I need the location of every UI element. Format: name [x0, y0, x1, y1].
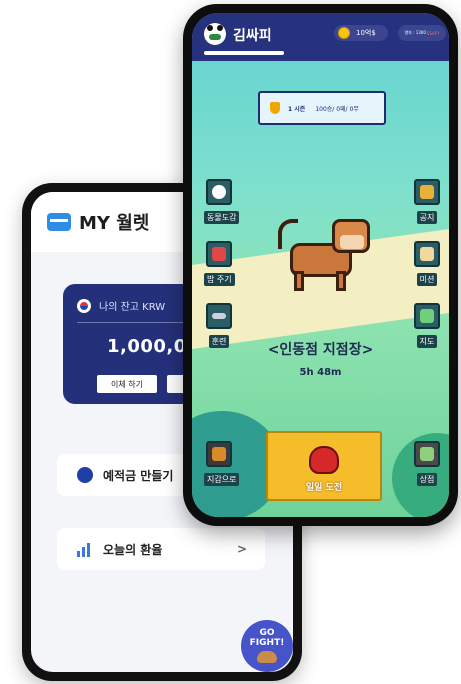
go-fight-button[interactable]: GO FIGHT! [241, 620, 293, 672]
coin-balance: 10억$ [334, 25, 388, 41]
xp-bar [204, 51, 284, 55]
gym-name: <인동점 지점장> [267, 342, 374, 358]
go-fight-line-2: FIGHT! [249, 638, 285, 648]
rank-banner[interactable]: 1 시즌 100승/ 0패/ 0무 [258, 91, 386, 125]
to-wallet-button[interactable]: 지갑으로 [204, 441, 240, 486]
shop-label: 상점 [416, 473, 438, 486]
daily-challenge-button[interactable]: 일일 도전 [266, 431, 382, 501]
info-pill-text: 열차 : 1300 [404, 30, 426, 35]
to-wallet-label: 지갑으로 [204, 473, 240, 486]
rank-record: 100승/ 0패/ 0무 [315, 105, 359, 113]
balance-header: 나의 잔고 KRW [77, 298, 165, 313]
exchange-rate-icon [77, 541, 93, 557]
game-screen: 김싸피 10억$ 열차 : 1300 SSAFY 1 시즌 100승/ 0패/ … [192, 13, 449, 517]
rank-level: 1 시즌 [288, 105, 306, 113]
game-header: 김싸피 10억$ 열차 : 1300 SSAFY [192, 13, 449, 61]
wallet-icon [212, 447, 226, 461]
info-pill-highlight: SSAFY [426, 30, 440, 36]
animal-book-label: 동물도감 [204, 211, 240, 224]
trophy-icon [270, 102, 280, 114]
exchange-rate-label: 오늘의 환율 [103, 542, 163, 557]
balance-label: 나의 잔고 KRW [99, 302, 166, 313]
korea-flag-icon [77, 298, 91, 313]
promo-stage: MY 월렛 나의 잔고 KRW 1,000,000, 이체 하기 예적금 만들기 [0, 0, 461, 684]
boxing-glove-icon [309, 446, 339, 474]
scroll-icon [420, 247, 434, 261]
wallet-icon [47, 213, 71, 231]
shop-icon [420, 447, 434, 461]
dumbbell-icon [212, 313, 226, 319]
info-pill: 열차 : 1300 SSAFY [398, 25, 446, 41]
daily-challenge-label: 일일 도전 [305, 483, 343, 493]
shop-button[interactable]: 상점 [412, 441, 442, 486]
mission-button[interactable]: 미션 [412, 241, 442, 286]
savings-icon [77, 467, 93, 483]
mission-label: 미션 [416, 273, 438, 286]
dog-mascot-icon [257, 651, 277, 663]
notice-button[interactable]: 공지 [412, 179, 442, 224]
backpack-icon [420, 185, 434, 199]
coin-amount: 10억$ [356, 29, 376, 37]
timer: 5h 48m [299, 367, 342, 378]
panda-icon [212, 185, 226, 199]
coin-icon [338, 27, 350, 39]
transfer-button[interactable]: 이체 하기 [97, 375, 157, 393]
notice-label: 공지 [416, 211, 438, 224]
player-name: 김싸피 [233, 28, 272, 44]
exchange-rate-menu[interactable]: 오늘의 환율 > [57, 528, 265, 570]
map-icon [420, 309, 434, 323]
game-phone: 김싸피 10억$ 열차 : 1300 SSAFY 1 시즌 100승/ 0패/ … [183, 4, 458, 526]
animal-book-button[interactable]: 동물도감 [204, 179, 240, 224]
feed-button[interactable]: 밥 주기 [204, 241, 235, 286]
panda-avatar[interactable] [204, 23, 226, 45]
feed-label: 밥 주기 [204, 273, 235, 286]
create-savings-label: 예적금 만들기 [103, 468, 174, 483]
go-fight-line-1: GO [259, 628, 275, 638]
chevron-right-icon: > [236, 542, 247, 556]
shiba-dog-character[interactable] [278, 209, 374, 301]
wallet-title: MY 월렛 [79, 213, 150, 234]
meat-icon [212, 247, 226, 261]
